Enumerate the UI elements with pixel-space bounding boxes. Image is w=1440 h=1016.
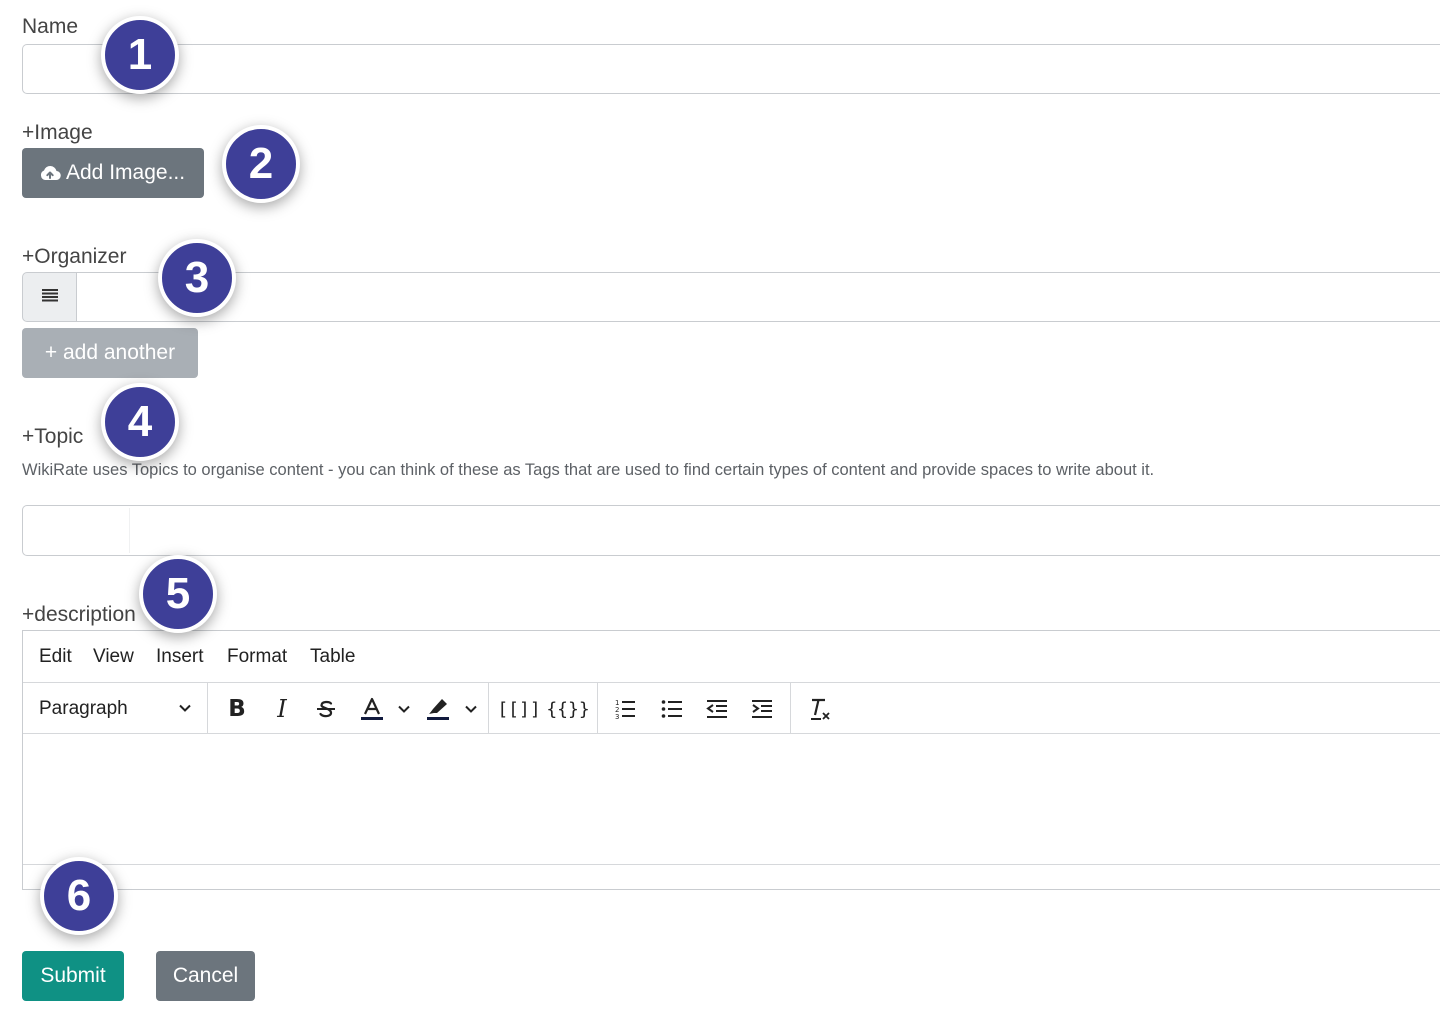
organizer-drag-handle[interactable] (22, 272, 77, 322)
highlight-color-icon[interactable] (423, 692, 453, 726)
drag-handle-icon (41, 288, 59, 307)
organizer-label: +Organizer (22, 245, 127, 268)
name-label: Name (22, 15, 79, 38)
wiki-link-icon[interactable]: [[]] (497, 692, 540, 726)
add-image-button[interactable]: Add Image... (22, 148, 204, 198)
highlight-chevron-icon[interactable] (462, 692, 480, 726)
topic-label: +Topic (22, 425, 84, 448)
outdent-icon[interactable] (704, 692, 730, 726)
add-image-label: Add Image... (66, 161, 186, 184)
cloud-upload-icon (39, 165, 61, 181)
organizer-input[interactable] (76, 272, 1440, 322)
step-badge-1: 1 (101, 16, 179, 94)
menu-format[interactable]: Format (227, 646, 287, 668)
indent-icon[interactable] (749, 692, 775, 726)
menu-table[interactable]: Table (310, 646, 355, 668)
add-another-button[interactable]: + add another (22, 328, 198, 378)
cancel-button[interactable]: Cancel (156, 951, 255, 1001)
menu-edit[interactable]: Edit (39, 646, 72, 668)
topic-input[interactable] (22, 505, 1440, 556)
description-label: +description (22, 603, 136, 626)
submit-button[interactable]: Submit (22, 951, 124, 1001)
menu-view[interactable]: View (93, 646, 134, 668)
text-color-icon[interactable] (357, 692, 387, 726)
step-badge-4: 4 (101, 383, 179, 461)
menu-insert[interactable]: Insert (156, 646, 204, 668)
name-input[interactable] (22, 44, 1440, 94)
strikethrough-icon[interactable] (312, 692, 340, 726)
step-badge-3: 3 (158, 239, 236, 317)
chevron-down-icon (177, 700, 193, 722)
step-badge-5: 5 (139, 555, 217, 633)
nest-icon[interactable]: {{}} (546, 692, 589, 726)
image-label: +Image (22, 121, 93, 144)
bold-icon[interactable]: B (224, 692, 250, 726)
topic-help-text: WikiRate uses Topics to organise content… (22, 461, 1155, 479)
block-format-value: Paragraph (39, 698, 128, 719)
step-badge-2: 2 (222, 125, 300, 203)
numbered-list-icon[interactable]: 1 2 3 (612, 692, 638, 726)
bullet-list-icon[interactable] (659, 692, 685, 726)
block-format-select[interactable]: Paragraph (39, 698, 197, 720)
italic-icon[interactable]: I (269, 692, 295, 726)
editor-content-area[interactable] (24, 735, 1440, 863)
clear-formatting-icon[interactable] (806, 692, 834, 726)
svg-text:3: 3 (615, 713, 619, 721)
text-color-chevron-icon[interactable] (395, 692, 413, 726)
step-badge-6: 6 (40, 857, 118, 935)
